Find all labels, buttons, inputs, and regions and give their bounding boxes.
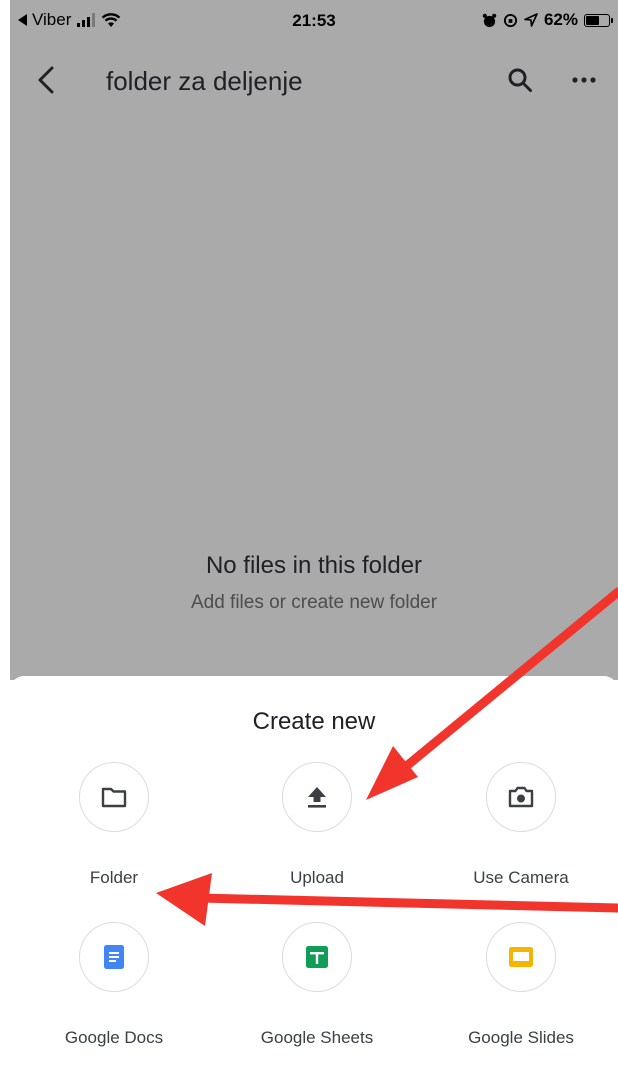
status-bar: Viber 21:53 62% bbox=[10, 0, 618, 44]
google-sheets-option[interactable]: Google Sheets bbox=[237, 922, 397, 1048]
use-camera-option-label: Use Camera bbox=[473, 868, 569, 887]
docs-option-circle bbox=[79, 922, 149, 992]
sheets-option-circle bbox=[282, 922, 352, 992]
google-slides-option[interactable]: Google Slides bbox=[441, 922, 601, 1048]
search-icon bbox=[508, 68, 532, 92]
google-slides-option-label: Google Slides bbox=[468, 1028, 574, 1047]
camera-icon bbox=[508, 786, 534, 808]
create-folder-option[interactable]: Folder bbox=[34, 762, 194, 888]
page-title: folder za deljenje bbox=[106, 66, 303, 96]
alarm-icon bbox=[482, 13, 497, 27]
drive-screen: Viber 21:53 62% folder za deljenje No fi… bbox=[10, 0, 618, 1092]
location-icon bbox=[524, 13, 538, 27]
folder-icon bbox=[101, 787, 127, 808]
upload-option-circle bbox=[282, 762, 352, 832]
empty-state-title: No files in this folder bbox=[205, 552, 423, 579]
upload-icon bbox=[308, 787, 326, 808]
google-docs-option[interactable]: Google Docs bbox=[34, 922, 194, 1048]
use-camera-option[interactable]: Use Camera bbox=[441, 762, 601, 888]
more-button[interactable] bbox=[564, 62, 604, 98]
battery-icon bbox=[584, 13, 613, 27]
rotation-lock-icon bbox=[503, 13, 518, 27]
google-docs-option-label: Google Docs bbox=[64, 1028, 164, 1047]
empty-state-subtitle: Add files or create new folder bbox=[190, 592, 438, 613]
status-right: 62% bbox=[482, 10, 613, 30]
google-sheets-icon bbox=[306, 946, 328, 968]
folder-option-label: Folder bbox=[89, 868, 139, 887]
back-button[interactable] bbox=[28, 62, 64, 98]
google-slides-icon bbox=[509, 947, 533, 967]
upload-option[interactable]: Upload bbox=[237, 762, 397, 888]
upload-option-label: Upload bbox=[290, 868, 344, 887]
more-horizontal-icon bbox=[572, 77, 596, 83]
search-button[interactable] bbox=[502, 62, 538, 98]
google-sheets-option-label: Google Sheets bbox=[260, 1028, 374, 1047]
battery-percent: 62% bbox=[543, 10, 578, 29]
sheet-title: Create new bbox=[252, 708, 376, 735]
app-bar: folder za deljenje bbox=[10, 52, 618, 108]
folder-option-circle bbox=[79, 762, 149, 832]
create-new-sheet: Create new Folder Upload Use Camera Goog… bbox=[10, 676, 618, 1092]
slides-option-circle bbox=[486, 922, 556, 992]
camera-option-circle bbox=[486, 762, 556, 832]
google-docs-icon bbox=[104, 945, 124, 969]
chevron-left-icon bbox=[38, 66, 54, 94]
